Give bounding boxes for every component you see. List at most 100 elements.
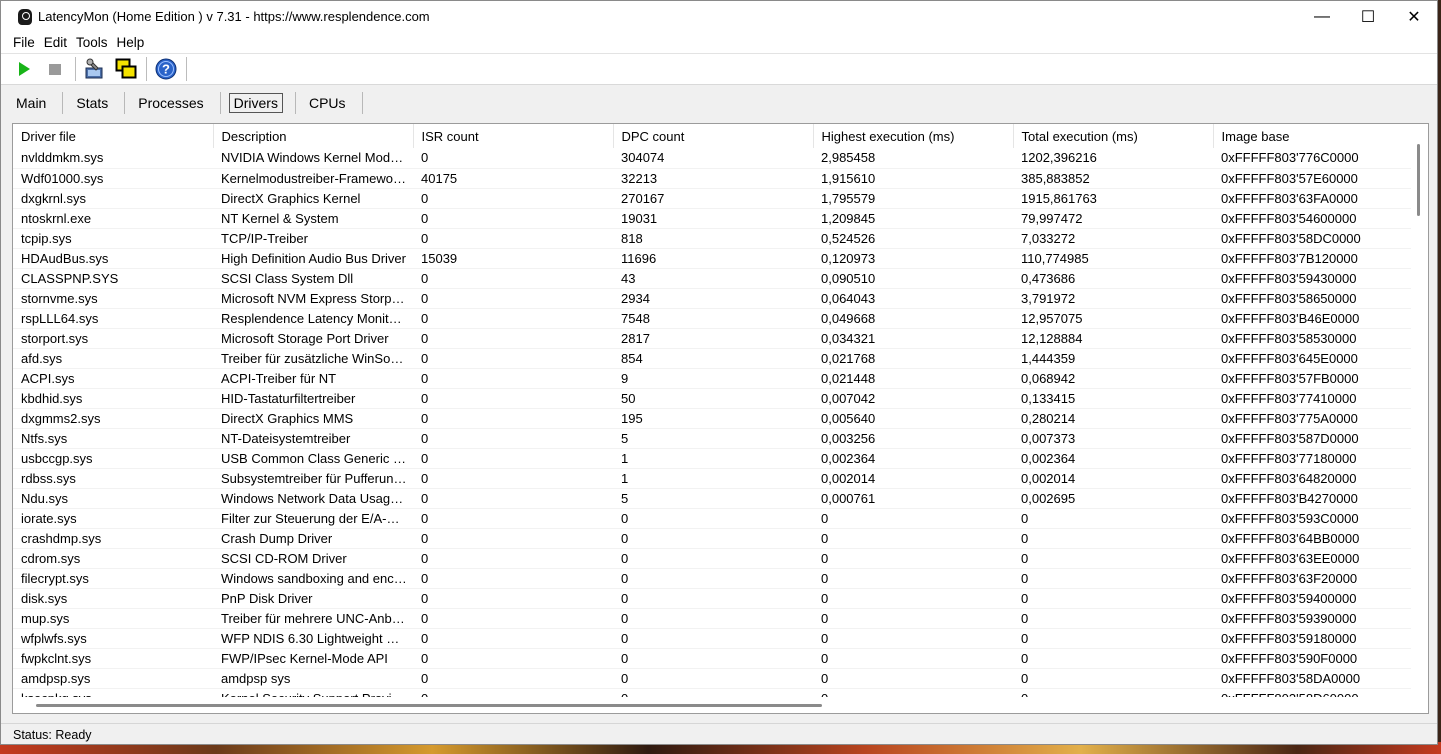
minimize-button[interactable]: — [1299, 1, 1345, 32]
stop-button[interactable] [42, 56, 68, 82]
table-row[interactable]: rspLLL64.sys Resplendence Latency Monitor… [13, 308, 1413, 329]
table-cell: 9 [613, 368, 813, 389]
column-header[interactable]: ISR count [413, 124, 614, 148]
table-cell: 818 [613, 228, 813, 249]
table-cell: Microsoft Storage Port Driver [213, 328, 413, 349]
column-header[interactable]: Highest execution (ms) [813, 124, 1014, 148]
table-cell: ACPI-Treiber für NT [213, 368, 413, 389]
table-cell: 5 [613, 488, 813, 509]
table-cell: 110,774985 [1013, 248, 1213, 269]
table-cell: 0 [1013, 588, 1213, 609]
table-row[interactable]: kbdhid.sys HID-Tastaturfiltertreiber 0 50 0,… [13, 388, 1413, 409]
table-cell: 0xFFFFF803'B4270000 [1213, 488, 1413, 509]
table-cell: amdpsp sys [213, 668, 413, 689]
table-cell: 0,000761 [813, 488, 1013, 509]
tab-drivers[interactable]: Drivers [228, 93, 283, 113]
column-header[interactable]: Total execution (ms) [1013, 124, 1214, 148]
table-row[interactable]: Ntfs.sys NT-Dateisystemtreiber 0 5 0,003256 0… [13, 428, 1413, 449]
latencymon-window: LatencyMon (Home Edition ) v 7.31 - http… [0, 0, 1438, 745]
table-row[interactable]: ACPI.sys ACPI-Treiber für NT 0 9 0,021448 0,0… [13, 368, 1413, 389]
column-header[interactable]: Image base [1213, 124, 1414, 148]
table-row[interactable]: dxgkrnl.sys DirectX Graphics Kernel 0 27016… [13, 188, 1413, 209]
table-cell: fwpkclnt.sys [13, 648, 213, 669]
table-cell: cdrom.sys [13, 548, 213, 569]
table-row[interactable]: tcpip.sys TCP/IP-Treiber 0 818 0,524526 7,033… [13, 228, 1413, 249]
table-row[interactable]: Ndu.sysWindows Network Data Usage Monito… [13, 488, 1413, 509]
table-row[interactable]: rdbss.sys Subsystemtreiber für Pufferung … [13, 468, 1413, 489]
table-row[interactable]: nvlddmkm.sys NVIDIA Windows Kernel Mode D… [13, 148, 1413, 169]
table-cell: disk.sys [13, 588, 213, 609]
table-cell: 0,002014 [813, 468, 1013, 489]
table-cell: amdpsp.sys [13, 668, 213, 689]
table-row[interactable]: amdpsp.sys amdpsp sys 0 0 0 0 0xFFFFF803'58DA0… [13, 668, 1413, 689]
table-cell: SCSI CD-ROM Driver [213, 548, 413, 569]
vertical-scrollbar[interactable] [1411, 124, 1428, 699]
menu-file[interactable]: File [13, 35, 35, 50]
tab-cpus[interactable]: CPUs [300, 93, 355, 113]
table-cell: 0 [413, 208, 613, 229]
table-cell: 0 [413, 188, 613, 209]
close-button[interactable]: ✕ [1391, 1, 1437, 32]
column-header[interactable]: Description [213, 124, 414, 148]
table-row[interactable]: HDAudBus.sys High Definition Audio Bus Dr… [13, 248, 1413, 269]
table-row[interactable]: dxgmms2.sys DirectX Graphics MMS 0 195 0,005… [13, 408, 1413, 429]
table-cell: 0,049668 [813, 308, 1013, 329]
table-cell: 0 [413, 628, 613, 649]
tab-main[interactable]: Main [7, 93, 55, 113]
table-row[interactable]: cdrom.sys SCSI CD-ROM Driver 0 0 0 0 0xFFFFF80… [13, 548, 1413, 569]
column-header[interactable]: DPC count [613, 124, 814, 148]
maximize-icon: ☐ [1360, 8, 1376, 26]
table-row[interactable]: iorate.sys Filter zur Steuerung der E/A-R… [13, 508, 1413, 529]
table-cell: 0xFFFFF803'63EE0000 [1213, 548, 1413, 569]
table-cell: ntoskrnl.exe [13, 208, 213, 229]
table-row[interactable]: afd.sys Treiber für zusätzliche WinSock-F… [13, 348, 1413, 369]
tab-separator [219, 92, 221, 114]
table-row[interactable]: fwpkclnt.sys FWP/IPsec Kernel-Mode API 0 0 0… [13, 648, 1413, 669]
vertical-scroll-thumb[interactable] [1417, 144, 1420, 216]
table-cell: 0 [613, 588, 813, 609]
menu-help[interactable]: Help [117, 35, 145, 50]
table-row[interactable]: crashdmp.sys Crash Dump Driver 0 0 0 0 0xFFFFF… [13, 528, 1413, 549]
horizontal-scroll-thumb[interactable] [36, 704, 822, 707]
tab-separator [294, 92, 296, 114]
table-row[interactable]: Wdf01000.sys Kernelmodustreiber-Framework… [13, 168, 1413, 189]
table-cell: 0 [813, 648, 1013, 669]
table-row[interactable]: ntoskrnl.exe NT Kernel & System 0 19031 1,20… [13, 208, 1413, 229]
table-cell: 0 [1013, 528, 1213, 549]
horizontal-scrollbar[interactable] [13, 697, 1413, 713]
table-cell: afd.sys [13, 348, 213, 369]
table-row[interactable]: usbccgp.sysUSB Common Class Generic Pare… [13, 448, 1413, 469]
help-button[interactable]: ? [153, 56, 179, 82]
table-cell: 0 [813, 568, 1013, 589]
table-row[interactable]: CLASSPNP.SYS SCSI Class System Dll 0 43 0,09… [13, 268, 1413, 289]
menu-bar: File Edit Tools Help [1, 32, 1437, 54]
table-cell: 0 [1013, 548, 1213, 569]
table-row[interactable]: wfplwfs.sys WFP NDIS 6.30 Lightweight Fil… [13, 628, 1413, 649]
table-header-row: Driver file Description ISR count DPC count… [13, 124, 1414, 148]
status-bar: Status: Ready [1, 723, 1437, 744]
column-header[interactable]: Driver file [13, 124, 214, 148]
table-cell: HDAudBus.sys [13, 248, 213, 269]
table-cell: 0,002364 [813, 448, 1013, 469]
table-row[interactable]: stornvme.sys Microsoft NVM Express Storpo… [13, 288, 1413, 309]
table-cell: 0 [813, 508, 1013, 529]
tab-processes[interactable]: Processes [129, 93, 212, 113]
table-cell: SCSI Class System Dll [213, 268, 413, 289]
table-cell: NVIDIA Windows Kernel Mode Driver [213, 148, 413, 169]
maximize-button[interactable]: ☐ [1345, 1, 1391, 32]
tab-stats[interactable]: Stats [67, 93, 117, 113]
start-button[interactable] [11, 56, 37, 82]
table-cell: 0 [413, 408, 613, 429]
table-cell: 0,120973 [813, 248, 1013, 269]
table-cell: 0 [813, 608, 1013, 629]
table-row[interactable]: filecrypt.sys Windows sandboxing and encr… [13, 568, 1413, 589]
table-cell: 854 [613, 348, 813, 369]
table-row[interactable]: mup.sys Treiber für mehrere UNC-Anbieter 0… [13, 608, 1413, 629]
table-cell: 0xFFFFF803'57FB0000 [1213, 368, 1413, 389]
table-row[interactable]: storport.sys Microsoft Storage Port Drive… [13, 328, 1413, 349]
windows-button[interactable] [113, 56, 139, 82]
tools-button[interactable] [82, 56, 108, 82]
menu-edit[interactable]: Edit [44, 35, 67, 50]
menu-tools[interactable]: Tools [76, 35, 108, 50]
table-row[interactable]: disk.sys PnP Disk Driver 0 0 0 0 0xFFFFF803'59… [13, 588, 1413, 609]
